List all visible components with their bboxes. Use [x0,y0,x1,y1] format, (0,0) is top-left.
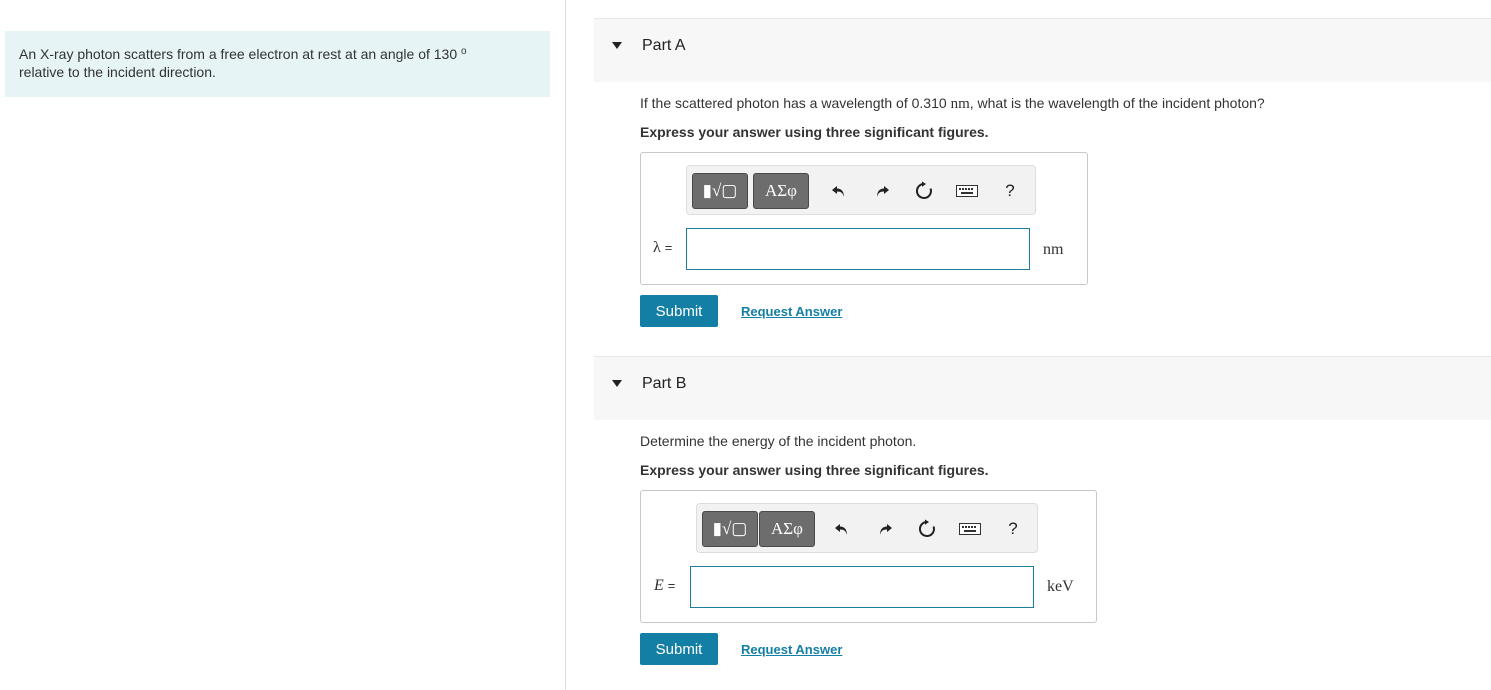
part-a-answer-input[interactable] [686,228,1030,270]
caret-down-icon[interactable] [612,380,622,387]
part-a-title: Part A [642,37,686,54]
part-a-math-toolbar: ▮√▢ ΑΣφ ? [686,165,1036,215]
part-a-variable-label: λ = [653,239,672,257]
problem-text-line1: An X-ray photon scatters from a free ele… [19,46,458,62]
part-a-question: If the scattered photon has a wavelength… [640,95,1265,113]
symbols-button[interactable]: ΑΣφ [759,511,815,547]
part-b-header[interactable]: Part B [594,356,1491,420]
help-icon[interactable]: ? [999,180,1021,202]
reset-icon[interactable] [916,518,938,540]
symbols-button[interactable]: ΑΣφ [753,173,809,209]
part-b-unit: keV [1047,578,1074,595]
templates-button[interactable]: ▮√▢ [702,511,758,547]
part-a-instruction: Express your answer using three signific… [640,124,989,140]
part-a-equals: = [664,240,673,255]
part-a-question-suffix: , what is the wavelength of the incident… [969,95,1265,111]
part-b-request-answer-link[interactable]: Request Answer [741,642,842,657]
part-b-instruction: Express your answer using three signific… [640,462,989,478]
part-b-answer-input[interactable] [690,566,1034,608]
part-b-equals: = [667,578,676,593]
part-a-question-unit: nm [950,96,970,112]
part-b-variable: E [654,577,664,594]
problem-intro-pane: An X-ray photon scatters from a free ele… [0,0,566,690]
problem-text-line2: relative to the incident direction. [19,64,216,80]
help-icon[interactable]: ? [1002,518,1024,540]
undo-icon[interactable] [828,180,850,202]
undo-icon[interactable] [831,518,853,540]
part-a-header[interactable]: Part A [594,18,1491,82]
templates-button[interactable]: ▮√▢ [692,173,748,209]
part-b-math-toolbar: ▮√▢ ΑΣφ ? [696,503,1038,553]
parts-pane: Part A If the scattered photon has a wav… [566,0,1491,690]
reset-icon[interactable] [913,180,935,202]
part-b-variable-label: E = [654,577,675,595]
part-a-request-answer-link[interactable]: Request Answer [741,304,842,319]
keyboard-icon[interactable] [958,518,982,540]
part-b-answer-box: ▮√▢ ΑΣφ ? E = keV [640,490,1097,623]
part-b-question: Determine the energy of the incident pho… [640,433,917,449]
part-a-submit-button[interactable]: Submit [640,295,718,327]
part-b-submit-button[interactable]: Submit [640,633,718,665]
degree-symbol: o [461,46,467,57]
caret-down-icon[interactable] [612,42,622,49]
keyboard-icon[interactable] [955,180,979,202]
problem-statement: An X-ray photon scatters from a free ele… [5,31,550,97]
part-a-variable: λ [653,239,661,256]
part-b-title: Part B [642,375,687,392]
redo-icon[interactable] [874,518,896,540]
part-a-answer-box: ▮√▢ ΑΣφ ? λ = nm [640,152,1088,285]
part-a-unit: nm [1043,241,1064,258]
redo-icon[interactable] [871,180,893,202]
part-a-question-prefix: If the scattered photon has a wavelength… [640,95,951,111]
